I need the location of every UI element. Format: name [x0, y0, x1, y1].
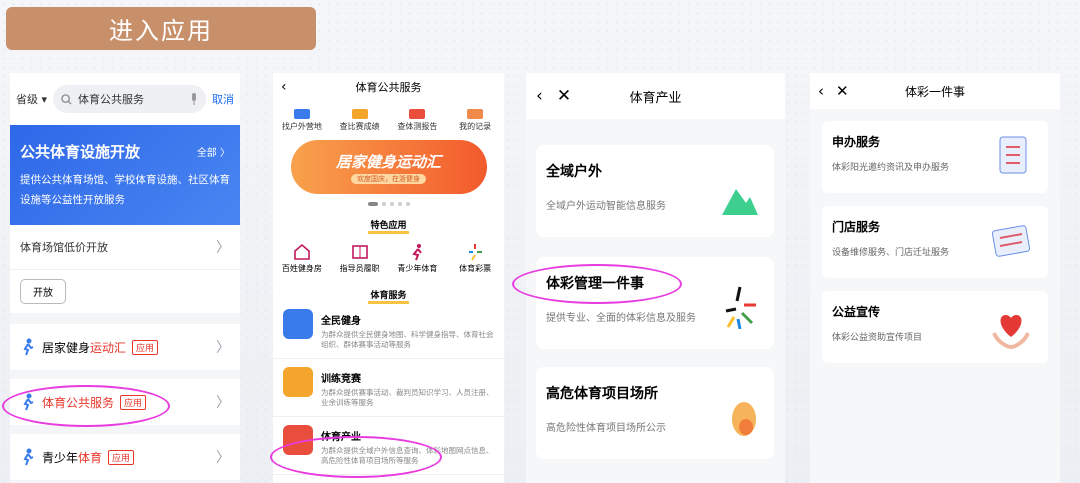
promo-banner[interactable]: 居家健身运动汇 欢度国庆，在浙健身 — [290, 140, 487, 194]
cancel-button[interactable]: 取消 — [212, 91, 234, 107]
list-item[interactable]: 居家健身运动汇 应用 〉 — [10, 324, 240, 370]
facilities-title: 公共体育设施开放 — [20, 143, 141, 161]
search-bar: 省级 ▾ 体育公共服务 取消 — [10, 73, 240, 125]
service-card[interactable]: 公益宣传 体彩公益资助宣传项目 — [822, 291, 1048, 363]
featured-apps: 百姓健身房 指导员履职 青少年体育 体育彩票 — [273, 243, 504, 274]
chevron-right-icon: 〉 — [216, 340, 230, 356]
store-icon — [988, 218, 1034, 266]
service-item[interactable]: 全民健身 为群众提供全民健身地图、科学健身指导、体育社会组织、群体赛事活动等服务 — [273, 301, 504, 359]
facilities-card[interactable]: 公共体育设施开放 全部 〉 提供公共体育场馆、学校体育设施、社区体育设施等公益性… — [10, 125, 240, 225]
runner-icon — [20, 448, 36, 466]
open-button-row: 开放 — [10, 269, 240, 313]
chevron-right-icon: 〉 — [216, 240, 230, 256]
page-title: 进入应用 — [6, 7, 316, 50]
search-value: 体育公共服务 — [78, 93, 145, 106]
screen-title: 体彩一件事 — [904, 84, 965, 99]
venue-row-label: 体育场馆低价开放 — [20, 241, 108, 254]
checklist-icon — [988, 133, 1034, 181]
lottery-service-screen: ‹ ✕ 体彩一件事 申办服务 体彩阳光邀约资讯及申办服务 门店服务 设备维修服务、门店… — [810, 73, 1060, 483]
grid-icon — [283, 425, 313, 455]
runner-icon — [20, 393, 36, 411]
service-card[interactable]: 门店服务 设备维修服务、门店迁址服务 — [822, 206, 1048, 278]
back-icon[interactable]: ‹ — [818, 82, 824, 100]
back-icon[interactable]: ‹ — [281, 79, 287, 95]
lottery-icon — [466, 243, 484, 261]
list-item[interactable]: 青少年体育 应用 〉 — [10, 434, 240, 480]
screen-title: 体育公共服务 — [355, 81, 422, 94]
banner-title: 居家健身运动汇 — [335, 152, 441, 171]
service-item[interactable]: 训练竞赛 为群众提供赛事活动、裁判员知识学习、人员注册、业余训练等服务 — [273, 359, 504, 417]
mountain-icon — [722, 185, 758, 219]
chevron-right-icon: 〉 — [216, 395, 230, 411]
app-tag: 应用 — [120, 394, 147, 410]
screen-header: ‹ ✕ 体育产业 — [526, 73, 785, 119]
house-icon — [293, 243, 311, 261]
feature-item[interactable]: 青少年体育 — [389, 243, 445, 274]
dumbbell-icon — [283, 309, 313, 339]
screen-header: ‹ 体育公共服务 — [273, 73, 504, 101]
screen-title: 体育产业 — [629, 90, 682, 106]
industry-card[interactable]: 全域户外 全域户外运动智能信息服务 — [536, 145, 774, 237]
lottery-icon — [724, 285, 758, 333]
search-results-screen: 省级 ▾ 体育公共服务 取消 公共体育设施开放 全部 〉 提供公共体育场馆、学校… — [10, 73, 240, 483]
list-item[interactable]: 体育公共服务 应用 〉 — [10, 379, 240, 425]
quick-link[interactable]: 找户外营地 — [274, 109, 330, 132]
trophy-icon — [351, 109, 368, 119]
close-icon[interactable]: ✕ — [557, 86, 571, 106]
report-icon — [409, 109, 426, 119]
camp-icon — [293, 109, 310, 119]
view-all-link[interactable]: 全部 〉 — [197, 144, 230, 159]
open-button[interactable]: 开放 — [20, 279, 66, 304]
app-tag: 应用 — [132, 339, 159, 355]
chevron-right-icon: 〉 — [216, 450, 230, 466]
venue-low-price-row[interactable]: 体育场馆低价开放 〉 — [10, 225, 240, 269]
industry-card[interactable]: 体彩管理一件事 提供专业、全面的体彩信息及服务 — [536, 257, 774, 349]
banner-subtitle: 欢度国庆，在浙健身 — [351, 173, 426, 184]
runner-icon — [20, 338, 36, 356]
carousel-dots[interactable] — [273, 202, 504, 206]
trophy-icon — [283, 367, 313, 397]
feature-item[interactable]: 百姓健身房 — [274, 243, 330, 274]
service-item[interactable]: 体育产业 为群众提供全域户外信息查询、体彩地图网点信息、高危险性体育项目场所等服务 — [273, 417, 504, 475]
quick-link[interactable]: 我的记录 — [447, 109, 503, 132]
search-icon — [61, 93, 72, 105]
back-icon[interactable]: ‹ — [536, 86, 543, 106]
search-input[interactable]: 体育公共服务 — [53, 85, 206, 113]
book-icon — [351, 243, 369, 261]
quick-link[interactable]: 查比赛成绩 — [332, 109, 388, 132]
item-label: 青少年体育 — [42, 450, 103, 465]
section-title: 特色应用 — [273, 218, 504, 234]
app-tag: 应用 — [108, 449, 135, 465]
region-select[interactable]: 省级 ▾ — [16, 91, 47, 107]
item-label: 体育公共服务 — [42, 395, 115, 410]
item-label: 居家健身运动汇 — [42, 340, 127, 355]
record-icon — [467, 109, 484, 119]
feature-item[interactable]: 指导员履职 — [332, 243, 388, 274]
screen-header: ‹ ✕ 体彩一件事 — [810, 73, 1060, 109]
heart-hands-icon — [988, 303, 1034, 351]
runner-icon — [408, 243, 426, 261]
warning-icon — [730, 401, 758, 441]
industry-card[interactable]: 高危体育项目场所 高危险性体育项目场所公示 — [536, 367, 774, 459]
quick-links: 找户外营地 查比赛成绩 查体测报告 我的记录 — [273, 101, 504, 132]
facilities-desc: 提供公共体育场馆、学校体育设施、社区体育设施等公益性开放服务 — [20, 174, 230, 206]
quick-link[interactable]: 查体测报告 — [389, 109, 445, 132]
sports-public-service-screen: ‹ 体育公共服务 找户外营地 查比赛成绩 查体测报告 我的记录 居家健身运动汇 … — [273, 73, 504, 483]
section-title: 体育服务 — [273, 288, 504, 304]
feature-item[interactable]: 体育彩票 — [447, 243, 503, 274]
sports-industry-screen: ‹ ✕ 体育产业 全域户外 全域户外运动智能信息服务 体彩管理一件事 提供专业、全面的… — [526, 73, 785, 483]
microphone-icon[interactable] — [190, 93, 198, 105]
service-card[interactable]: 申办服务 体彩阳光邀约资讯及申办服务 — [822, 121, 1048, 193]
close-icon[interactable]: ✕ — [836, 82, 849, 100]
